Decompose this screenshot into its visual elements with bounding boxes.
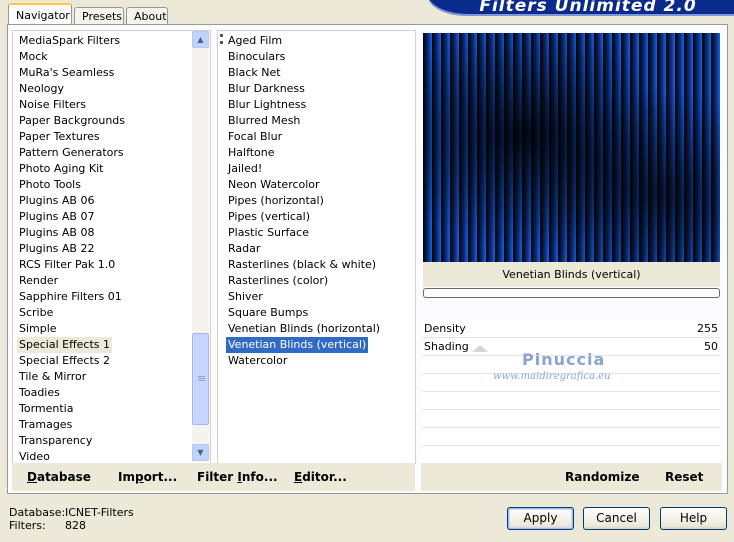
reset-button[interactable]: Reset — [665, 470, 703, 484]
status-filters-value: 828 — [65, 519, 86, 532]
category-item[interactable]: Scribe — [17, 305, 55, 321]
filter-item[interactable]: Venetian Blinds (vertical) — [226, 337, 369, 353]
category-item[interactable]: Render — [17, 273, 60, 289]
progress-bar — [423, 288, 720, 298]
category-list[interactable]: MediaSpark Filters Mock MuRa's Seamless Neo… — [12, 30, 211, 464]
tab-label: About — [134, 10, 167, 23]
category-item[interactable]: Plugins AB 06 — [17, 193, 96, 209]
import-button[interactable]: Import... — [118, 470, 177, 484]
param-label: Density — [424, 322, 466, 335]
status-filters-label: Filters: — [9, 519, 46, 532]
filter-item[interactable]: Watercolor — [226, 353, 289, 369]
filter-list[interactable]: Aged Film Binoculars Black Net Blur Darknes… — [217, 30, 416, 464]
filter-item[interactable]: Binoculars — [226, 49, 287, 65]
filter-item[interactable]: Venetian Blinds (horizontal) — [226, 321, 382, 337]
filter-item[interactable]: Pipes (horizontal) — [226, 193, 326, 209]
param-value: 50 — [704, 340, 718, 353]
filter-item[interactable]: Pipes (vertical) — [226, 209, 312, 225]
category-item[interactable]: Simple — [17, 321, 59, 337]
category-item[interactable]: Sapphire Filters 01 — [17, 289, 124, 305]
status-database-value: ICNET-Filters — [65, 506, 134, 519]
filter-item[interactable]: Jailed! — [226, 161, 264, 177]
randomize-button[interactable]: Randomize — [565, 470, 639, 484]
filter-item[interactable]: Rasterlines (black & white) — [226, 257, 378, 273]
preview-filter-name: Venetian Blinds (vertical) — [423, 262, 720, 287]
filter-item[interactable]: Black Net — [226, 65, 283, 81]
cancel-button[interactable]: Cancel — [583, 507, 650, 530]
category-item[interactable]: Tramages — [17, 417, 74, 433]
category-item[interactable]: Neology — [17, 81, 66, 97]
filter-item[interactable]: Shiver — [226, 289, 265, 305]
filter-item[interactable]: Focal Blur — [226, 129, 284, 145]
filter-item[interactable]: Blur Lightness — [226, 97, 308, 113]
watermark-url: www.maidiregrafica.eu — [493, 371, 611, 382]
scroll-down-icon[interactable]: ▼ — [192, 444, 209, 461]
param-row-density[interactable]: Density 255 — [422, 320, 720, 338]
category-item[interactable]: Paper Backgrounds — [17, 113, 127, 129]
category-item[interactable]: Tormentia — [17, 401, 75, 417]
category-item[interactable]: Tile & Mirror — [17, 369, 88, 385]
editor-button[interactable]: Editor... — [294, 470, 347, 484]
filter-item[interactable]: Neon Watercolor — [226, 177, 322, 193]
help-button[interactable]: Help — [660, 507, 727, 530]
apply-button[interactable]: Apply — [507, 507, 574, 530]
category-item[interactable]: MuRa's Seamless — [17, 65, 116, 81]
category-item[interactable]: Transparency — [17, 433, 94, 449]
param-value: 255 — [697, 322, 718, 335]
filter-item[interactable]: Aged Film — [226, 33, 284, 49]
category-item[interactable]: Photo Aging Kit — [17, 161, 105, 177]
category-item[interactable]: Pattern Generators — [17, 145, 126, 161]
empty-param-row — [422, 392, 720, 410]
tab-presets[interactable]: Presets — [74, 7, 124, 25]
filter-item[interactable]: Plastic Surface — [226, 225, 311, 241]
param-label: Shading — [424, 340, 469, 353]
filter-item[interactable]: Square Bumps — [226, 305, 310, 321]
category-item[interactable]: Plugins AB 08 — [17, 225, 96, 241]
filter-info-button[interactable]: Filter Info... — [197, 470, 278, 484]
tab-label: Presets — [82, 10, 123, 23]
category-item[interactable]: Photo Tools — [17, 177, 83, 193]
scroll-thumb[interactable] — [192, 333, 209, 425]
category-item[interactable]: Noise Filters — [17, 97, 88, 113]
preview-image — [423, 33, 720, 262]
filters-unlimited-banner: Filters Unlimited 2.0 — [428, 0, 734, 16]
filter-item[interactable]: Halftone — [226, 145, 277, 161]
tab-about[interactable]: About — [126, 7, 168, 25]
watermark-name: Pinuccia — [522, 350, 606, 369]
category-item[interactable]: RCS Filter Pak 1.0 — [17, 257, 117, 273]
category-scrollbar[interactable]: ▲ ▼ — [192, 31, 209, 461]
category-item[interactable]: Special Effects 2 — [17, 353, 112, 369]
empty-param-row — [422, 446, 720, 464]
filter-item[interactable]: Rasterlines (color) — [226, 273, 330, 289]
filter-item[interactable]: Blurred Mesh — [226, 113, 302, 129]
database-button[interactable]: Database — [27, 470, 91, 484]
tab-label: Navigator — [16, 9, 70, 22]
category-item[interactable]: Mock — [17, 49, 50, 65]
empty-param-row — [422, 428, 720, 446]
banner-title: Filters Unlimited 2.0 — [479, 0, 697, 16]
category-item[interactable]: Special Effects 1 — [17, 337, 113, 353]
tab-navigator[interactable]: Navigator — [8, 3, 72, 25]
category-item[interactable]: Plugins AB 07 — [17, 209, 96, 225]
empty-param-row — [422, 410, 720, 428]
category-item[interactable]: MediaSpark Filters — [17, 33, 122, 49]
slider-marker-icon — [472, 345, 488, 352]
status-database-label: Database: — [9, 506, 66, 519]
filter-item[interactable]: Radar — [226, 241, 262, 257]
filter-item[interactable]: Blur Darkness — [226, 81, 307, 97]
scroll-up-icon[interactable]: ▲ — [192, 31, 209, 48]
category-item[interactable]: Plugins AB 22 — [17, 241, 96, 257]
category-item[interactable]: Paper Textures — [17, 129, 102, 145]
category-item[interactable]: Toadies — [17, 385, 62, 401]
